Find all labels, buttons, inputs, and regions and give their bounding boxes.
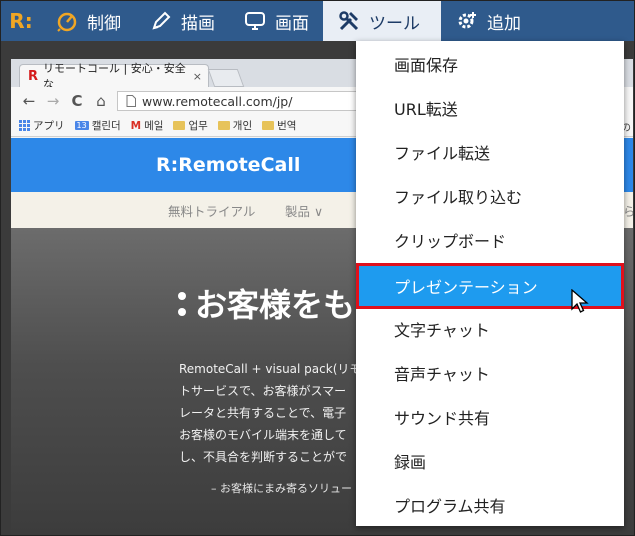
site-favicon-icon: R <box>28 68 39 84</box>
reload-icon[interactable]: C <box>69 92 85 110</box>
bookmark-label: 캘린더 <box>91 120 121 132</box>
bookmark-label: 개인 <box>232 120 253 132</box>
monitor-icon <box>243 9 267 33</box>
bookmark-calendar[interactable]: 13 캘린더 <box>74 118 121 133</box>
bookmark-folder[interactable]: 개인 <box>217 118 253 133</box>
hero-line: し、不具合を判断することがで <box>179 450 348 464</box>
calendar-icon: 13 <box>74 121 89 130</box>
hero-title: お客様をも <box>195 286 356 324</box>
pen-icon <box>149 9 173 33</box>
bookmark-label: 업무 <box>188 120 208 132</box>
site-logo[interactable]: R:RemoteCall <box>156 154 300 176</box>
menu-item-file-transfer[interactable]: ファイル転送 <box>356 132 624 172</box>
hero-line: トサービスで、お客様がスマー <box>179 384 347 398</box>
apps-icon <box>19 120 30 131</box>
menu-item-text-chat[interactable]: 文字チャット <box>356 309 624 349</box>
bookmark-mail[interactable]: M 메일 <box>131 118 164 133</box>
toolbar-label: 制御 <box>87 13 121 34</box>
page-icon <box>126 95 136 107</box>
hero-text: RemoteCall + visual pack(リモー トサービスで、お客様が… <box>179 358 369 468</box>
bookmark-apps[interactable]: アプリ <box>19 118 65 133</box>
tools-icon <box>337 9 361 33</box>
gauge-icon <box>55 9 79 33</box>
toolbar-label: 描画 <box>181 13 215 34</box>
menu-item-file-import[interactable]: ファイル取り込む <box>356 176 624 216</box>
folder-icon <box>173 121 186 130</box>
menu-item-voice-chat[interactable]: 音声チャット <box>356 353 624 393</box>
toolbar-label: 画面 <box>275 13 309 34</box>
nav-products[interactable]: 製品 ∨ <box>285 201 323 220</box>
hero-line: RemoteCall + visual pack(リモー <box>179 362 369 376</box>
menu-item-sound-share[interactable]: サウンド共有 <box>356 397 624 437</box>
bookmark-folder[interactable]: 업무 <box>173 118 208 133</box>
menu-item-clipboard[interactable]: クリップボード <box>356 220 624 260</box>
folder-icon <box>217 121 230 130</box>
toolbar-screen[interactable]: 画面 <box>229 1 323 41</box>
menu-item-save-screen[interactable]: 画面保存 <box>356 44 624 84</box>
forward-arrow-icon[interactable]: → <box>45 92 61 110</box>
nav-more[interactable]: ら <box>623 201 633 220</box>
bookmark-label: 메일 <box>144 120 164 132</box>
nav-free-trial[interactable]: 無料トライアル <box>168 201 255 220</box>
toolbar-label: ツール <box>369 13 420 34</box>
app-window: R リモートコール | 安心・安全な × ← → C ⌂ www.remotec… <box>0 0 635 536</box>
menu-item-record[interactable]: 録画 <box>356 441 624 481</box>
tab-close-icon[interactable]: × <box>193 70 202 83</box>
gmail-icon: M <box>130 119 142 132</box>
bookmark-folder[interactable]: 번역 <box>262 118 296 133</box>
back-arrow-icon[interactable]: ← <box>21 92 37 110</box>
home-icon[interactable]: ⌂ <box>93 92 109 110</box>
menu-item-program-share[interactable]: プログラム共有 <box>356 485 624 525</box>
bookmark-label: アプリ <box>33 120 65 132</box>
folder-icon <box>262 121 275 130</box>
menu-item-url-transfer[interactable]: URL転送 <box>356 88 624 128</box>
url-text: www.remotecall.com/jp/ <box>142 93 293 109</box>
app-logo: R: <box>9 9 33 33</box>
tools-dropdown-menu: 画面保存 URL転送 ファイル転送 ファイル取り込む クリップボード プレゼンテ… <box>356 41 624 526</box>
gear-plus-icon <box>455 9 479 33</box>
new-tab-button[interactable] <box>207 69 245 87</box>
bullet-icon <box>178 292 186 316</box>
bookmark-label: 번역 <box>277 120 297 132</box>
toolbar-label: 追加 <box>487 13 521 34</box>
toolbar-control[interactable]: 制御 <box>41 1 135 41</box>
top-toolbar: R: 制御 描画 画面 ツール 追加 <box>1 1 634 41</box>
hero-line: お客様のモバイル端末を通して <box>179 428 347 442</box>
hero-subtitle: – お客様にまみ寄るソリュー <box>211 482 352 495</box>
hero-line: レータと共有することで、電子 <box>179 406 347 420</box>
toolbar-tools[interactable]: ツール <box>323 1 441 41</box>
toolbar-add[interactable]: 追加 <box>441 1 535 41</box>
browser-tab[interactable]: R リモートコール | 安心・安全な × <box>19 62 209 91</box>
toolbar-draw[interactable]: 描画 <box>135 1 229 41</box>
mouse-cursor-icon <box>571 289 589 313</box>
